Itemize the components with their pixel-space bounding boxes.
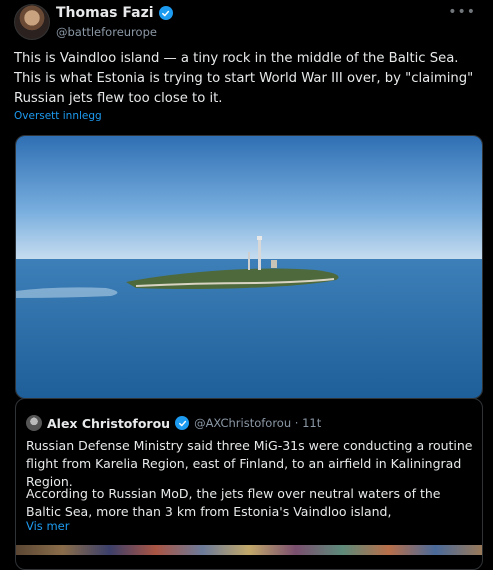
- post-text: This is Vaindloo island — a tiny rock in…: [14, 51, 474, 106]
- author-avatar[interactable]: [14, 4, 50, 40]
- translate-post-link[interactable]: Oversett innlegg: [14, 110, 102, 122]
- author-handle[interactable]: @battleforeurope: [56, 25, 157, 39]
- verified-badge-icon: [175, 416, 190, 430]
- post-header: Thomas Fazi @battleforeurope •••: [14, 4, 480, 44]
- verified-badge-icon: [158, 6, 173, 20]
- more-options-icon[interactable]: •••: [448, 4, 476, 20]
- quoted-media-preview[interactable]: [16, 545, 482, 555]
- quoted-author-name: Alex Christoforou: [47, 415, 171, 431]
- post-image[interactable]: [15, 135, 483, 399]
- show-more-link[interactable]: Vis mer: [26, 519, 69, 533]
- island-photo: [16, 136, 482, 398]
- quoted-post-text-2: According to Russian MoD, the jets flew …: [26, 486, 441, 519]
- quoted-author-avatar: [26, 415, 42, 431]
- quoted-post[interactable]: Alex Christoforou @AXChristoforou · 11t …: [15, 398, 483, 570]
- quoted-post-header: Alex Christoforou @AXChristoforou · 11t: [26, 415, 321, 431]
- quoted-author-handle: @AXChristoforou · 11t: [194, 416, 322, 430]
- quoted-post-text: Russian Defense Ministry said three MiG-…: [26, 438, 473, 489]
- author-name-line: Thomas Fazi: [56, 5, 173, 21]
- author-name[interactable]: Thomas Fazi: [56, 5, 154, 21]
